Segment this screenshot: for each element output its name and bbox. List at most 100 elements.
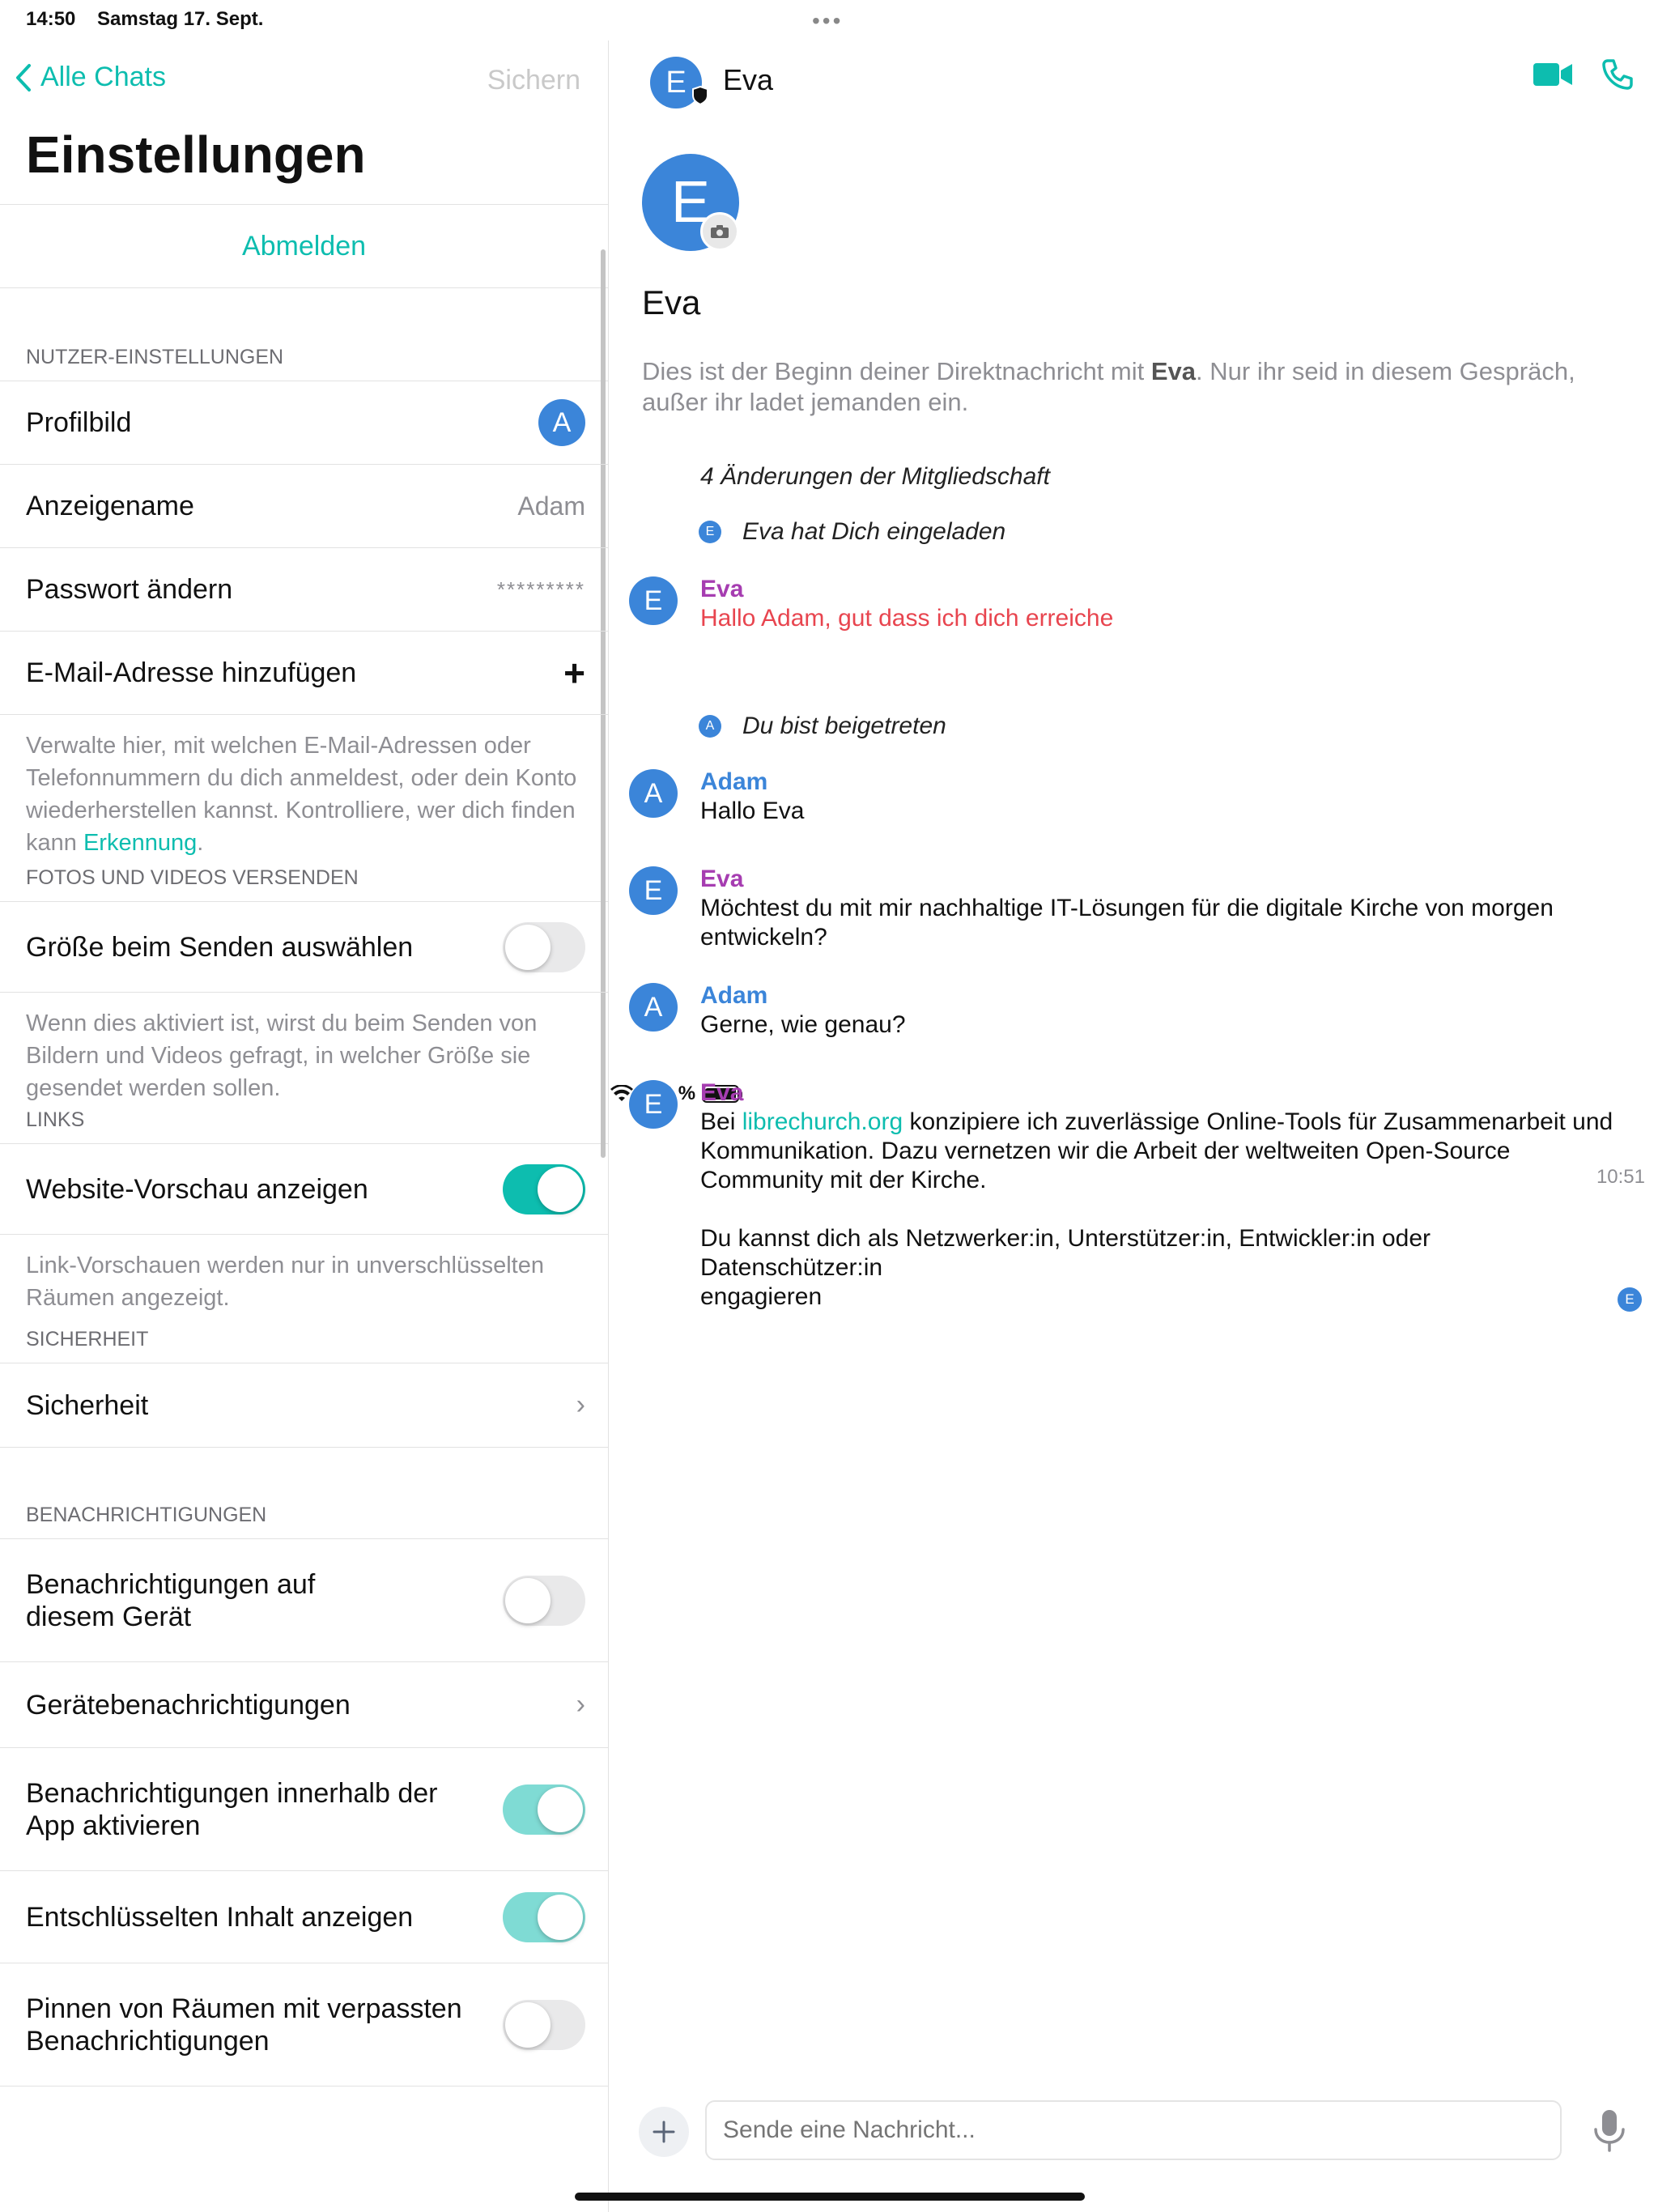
security-settings-group: Sicherheit › — [0, 1363, 608, 1448]
message-timestamp: 10:51 — [1596, 1166, 1645, 1188]
decrypted-content-toggle[interactable] — [503, 1891, 585, 1942]
intro-name: Eva — [1150, 357, 1197, 385]
display-name-row[interactable]: Anzeigename Adam — [0, 465, 608, 548]
avatar[interactable]: E — [629, 576, 678, 625]
room-title[interactable]: Eva — [723, 63, 773, 97]
chevron-right-icon: › — [576, 1689, 585, 1720]
password-value: ********* — [496, 576, 585, 602]
page-title: Einstellungen — [26, 125, 366, 184]
avatar[interactable]: A — [538, 399, 585, 446]
device-notif-settings-label: Gerätebenachrichtigungen — [26, 1689, 351, 1721]
add-attachment-button[interactable] — [639, 2107, 689, 2157]
inapp-notifications-label: Benachrichtigungen innerhalb der App akt… — [26, 1777, 438, 1841]
device-notifications-row: Benachrichtigungen auf diesem Gerät — [0, 1539, 608, 1662]
section-header-security: SICHERHEIT — [26, 1328, 149, 1351]
discovery-link[interactable]: Erkennung — [83, 830, 197, 856]
message-item[interactable]: E Eva Möchtest du mit mir nachhaltige IT… — [629, 865, 1617, 952]
message-body-prefix: Bei — [700, 1108, 742, 1135]
pin-rooms-row: Pinnen von Räumen mit verpassten Benachr… — [0, 1963, 608, 2087]
choose-size-toggle[interactable] — [503, 921, 585, 972]
camera-icon[interactable] — [700, 212, 739, 251]
links-settings-group: Website-Vorschau anzeigen — [0, 1143, 608, 1235]
media-settings-group: Größe beim Senden auswählen — [0, 901, 608, 993]
message-body: Gerne, wie genau? — [700, 1011, 906, 1038]
section-header-notifications: BENACHRICHTIGUNGEN — [26, 1504, 267, 1526]
add-email-row[interactable]: E-Mail-Adresse hinzufügen + — [0, 632, 608, 715]
home-indicator[interactable] — [575, 2193, 1085, 2201]
message-item[interactable]: A Adam Gerne, wie genau? — [629, 981, 1617, 1040]
avatar[interactable]: A — [629, 769, 678, 818]
message-item[interactable]: E Eva Hallo Adam, gut dass ich dich erre… — [629, 575, 1617, 633]
signout-button[interactable]: Abmelden — [0, 204, 608, 288]
message-sender[interactable]: Adam — [700, 768, 1617, 797]
message-body-second: Du kannst dich als Netzwerker:in, Unters… — [700, 1225, 1431, 1310]
call-actions — [1532, 58, 1634, 91]
device-notif-settings-row[interactable]: Gerätebenachrichtigungen › — [0, 1662, 608, 1748]
message-link[interactable]: librechurch.org — [742, 1108, 903, 1135]
avatar[interactable]: E — [629, 1080, 678, 1129]
video-call-icon[interactable] — [1532, 58, 1574, 91]
message-body: Hallo Eva — [700, 798, 805, 824]
membership-event-joined: A Du bist beigetreten — [699, 713, 946, 740]
link-preview-label: Website-Vorschau anzeigen — [26, 1173, 368, 1205]
message-sender[interactable]: Adam — [700, 981, 1617, 1010]
user-settings-group: Profilbild A Anzeigename Adam Passwort ä… — [0, 381, 608, 715]
message-sender[interactable]: Eva — [700, 1078, 1617, 1108]
status-date: Samstag 17. Sept. — [97, 8, 264, 30]
chat-pane: E Eva E Eva Dies ist der Beginn deiner D… — [610, 40, 1658, 2212]
avatar[interactable]: A — [629, 983, 678, 1032]
message-body: Bei librechurch.org konzipiere ich zuver… — [700, 1108, 1617, 1195]
event-invited-text: Eva hat Dich eingeladen — [742, 518, 1006, 545]
security-row[interactable]: Sicherheit › — [0, 1363, 608, 1448]
event-joined-text: Du bist beigetreten — [742, 713, 946, 739]
microphone-icon[interactable] — [1592, 2108, 1627, 2154]
message-sender[interactable]: Eva — [700, 865, 1617, 894]
settings-nav-bar: Alle Chats Sichern — [0, 40, 608, 121]
profile-picture-row[interactable]: Profilbild A — [0, 381, 608, 465]
device-notifications-label: Benachrichtigungen auf diesem Gerät — [26, 1568, 316, 1632]
chevron-left-icon — [16, 63, 31, 91]
intro-before: Dies ist der Beginn deiner Direktnachric… — [642, 357, 1151, 385]
message-composer — [610, 2097, 1658, 2178]
display-name-value[interactable]: Adam — [517, 491, 585, 521]
user-settings-footnote: Verwalte hier, mit welchen E-Mail-Adress… — [0, 715, 608, 856]
inapp-notifications-toggle[interactable] — [503, 1784, 585, 1835]
chevron-right-icon: › — [576, 1389, 585, 1420]
plus-icon[interactable]: + — [563, 651, 585, 695]
change-password-row[interactable]: Passwort ändern ********* — [0, 548, 608, 632]
display-name-label: Anzeigename — [26, 491, 194, 521]
choose-size-label: Größe beim Senden auswählen — [26, 931, 414, 963]
shield-icon — [692, 86, 708, 105]
avatar[interactable]: E — [629, 866, 678, 915]
security-label: Sicherheit — [26, 1389, 149, 1421]
links-footnote: Link-Vorschauen werden nur in unverschlü… — [26, 1253, 544, 1311]
change-password-label: Passwort ändern — [26, 574, 233, 605]
phone-call-icon[interactable] — [1601, 58, 1634, 91]
message-body: Möchtest du mit mir nachhaltige IT-Lösun… — [700, 895, 1554, 951]
status-bar: 14:50 Samstag 17. Sept. ••• 100 % — [0, 0, 1658, 1104]
decrypted-content-row: Entschlüsselten Inhalt anzeigen — [0, 1871, 608, 1963]
chat-header: E Eva — [610, 40, 1658, 121]
avatar: A — [699, 715, 721, 738]
pin-rooms-label: Pinnen von Räumen mit verpassten Benachr… — [26, 1993, 462, 2057]
message-input[interactable] — [705, 2100, 1562, 2160]
room-intro-text: Dies ist der Beginn deiner Direktnachric… — [642, 356, 1630, 418]
back-button[interactable]: Alle Chats — [15, 62, 166, 93]
status-time: 14:50 — [26, 8, 76, 30]
profile-picture-label: Profilbild — [26, 407, 132, 438]
room-name-heading: Eva — [642, 283, 701, 321]
message-item[interactable]: E Eva Bei librechurch.org konzipiere ich… — [629, 1078, 1617, 1312]
pin-rooms-toggle[interactable] — [503, 1999, 585, 2050]
message-item[interactable]: A Adam Hallo Eva — [629, 768, 1617, 826]
message-sender[interactable]: Eva — [700, 575, 1617, 604]
save-button[interactable]: Sichern — [487, 65, 580, 96]
section-header-links: LINKS — [26, 1108, 85, 1131]
read-receipt-avatar[interactable]: E — [1618, 1287, 1642, 1312]
device-notifications-toggle[interactable] — [503, 1575, 585, 1626]
settings-pane: Alle Chats Sichern Einstellungen Abmelde… — [0, 40, 609, 2212]
link-preview-toggle[interactable] — [503, 1163, 585, 1214]
avatar: E — [699, 521, 721, 543]
membership-changes-summary[interactable]: 4 Änderungen der Mitgliedschaft — [700, 463, 1050, 491]
link-preview-row: Website-Vorschau anzeigen — [0, 1144, 608, 1235]
inapp-notifications-row: Benachrichtigungen innerhalb der App akt… — [0, 1748, 608, 1871]
